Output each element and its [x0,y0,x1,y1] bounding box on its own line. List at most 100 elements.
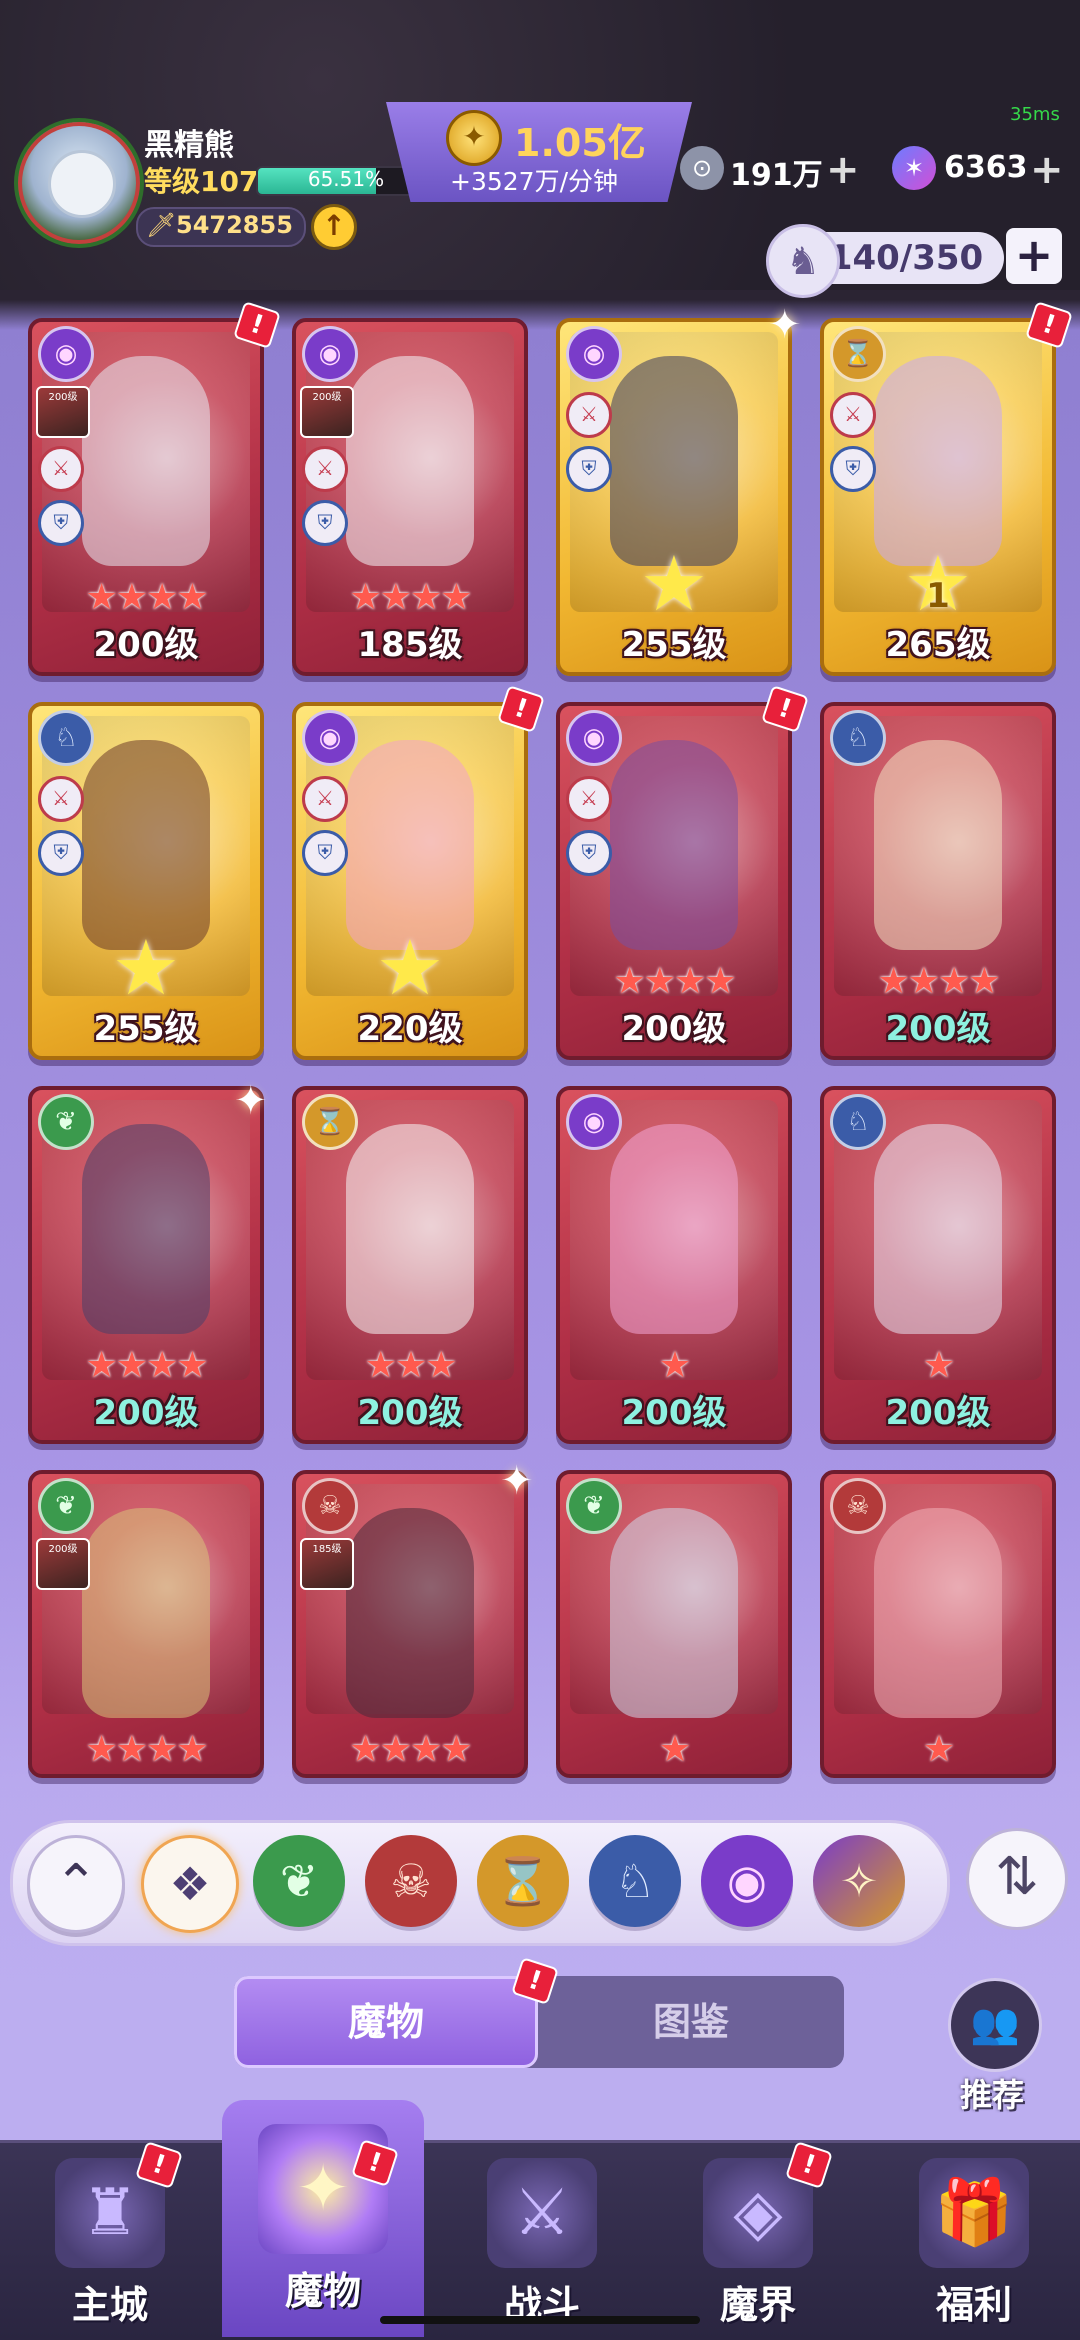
star-rating: ★ [658,1729,691,1770]
monster-level: 255级 [93,1009,199,1049]
awaken-star-icon: ★ 1 [894,546,982,622]
monster-silhouette [610,356,738,566]
monster-silhouette [346,1124,474,1334]
monster-level: 200级 [357,1393,463,1433]
faction-icon: ☠ [302,1478,358,1534]
monster-card[interactable]: ♘ ★★★★ 200级 [820,702,1056,1060]
latency-indicator: 35ms [1010,104,1060,125]
expand-capacity-button[interactable]: + [1006,228,1062,284]
faction-icon: ☠ [830,1478,886,1534]
treasure-chest-icon: 🎁 [919,2158,1029,2268]
filter-all-icon[interactable]: ❖ [141,1835,239,1933]
defense-role-icon: ⛨ [38,500,84,546]
add-gems-button[interactable]: + [1030,150,1064,190]
monster-card[interactable]: ◉ ★ 200级 [556,1086,792,1444]
nav-welfare-label: 福利 [935,2283,1012,2327]
monster-level: 220级 [357,1009,463,1049]
player-name: 黑精熊 [144,128,234,163]
monster-level: 255级 [621,625,727,665]
monster-card[interactable]: ♘ ⚔ ⛨ ★ 255级 [28,702,264,1060]
equipped-item-thumbnail: 200级 [300,386,354,438]
add-silver-button[interactable]: + [826,150,860,190]
faction-icon: ❦ [38,1094,94,1150]
monster-card[interactable]: ☠ ★ [820,1470,1056,1778]
defense-role-icon: ⛨ [566,830,612,876]
monster-card[interactable]: ⌛ ⚔ ⛨ ★ 1 265级 [820,318,1056,676]
gold-rate: +3527万/分钟 [450,167,618,196]
faction-icon: ♘ [38,710,94,766]
monster-silhouette [874,356,1002,566]
star-rating: ★★★★ [877,961,1000,1002]
collapse-icon[interactable]: ⌃ [27,1835,125,1933]
filter-eye-icon[interactable]: ◉ [701,1835,793,1927]
star-rating: ★ [922,1345,955,1386]
monster-silhouette [610,1508,738,1718]
monster-card[interactable]: ♘ ★ 200级 [820,1086,1056,1444]
monster-silhouette [874,1508,1002,1718]
monster-silhouette [610,740,738,950]
monster-storage-icon: ♞ [766,224,840,298]
attack-role-icon: ⚔ [566,392,612,438]
filter-dragon-icon[interactable]: ♘ [589,1835,681,1927]
monster-card[interactable]: ◉ ⚔ ⛨ ★★★★ 200级 [556,702,792,1060]
attack-role-icon: ⚔ [566,776,612,822]
monster-silhouette [82,1508,210,1718]
filter-nature-icon[interactable]: ❦ [253,1835,345,1927]
monster-card[interactable]: ◉ ⚔ ⛨ ★ 255级 [556,318,792,676]
filter-hourglass-icon[interactable]: ⌛ [477,1835,569,1927]
silver-amount: 191万 [730,158,823,193]
gold-coin-icon: ✦ [446,110,502,166]
faction-icon: ♘ [830,1094,886,1150]
defense-role-icon: ⛨ [830,446,876,492]
filter-demon-icon[interactable]: ☠ [365,1835,457,1927]
equipped-item-thumbnail: 200级 [36,386,90,438]
nav-welfare[interactable]: 🎁 福利 [884,2150,1064,2337]
monster-card[interactable]: ❦ ★★★★ 200级 [28,1086,264,1444]
star-rating: ★★★★ [85,577,208,618]
monster-card[interactable]: ◉ ⚔ ⛨ 200级 ★★★★ 200级 [28,318,264,676]
equipped-item-thumbnail: 185级 [300,1538,354,1590]
sparkle-effect: ✦ [768,302,802,348]
monster-card[interactable]: ◉ ⚔ ⛨ 200级 ★★★★ 185级 [292,318,528,676]
tab-codex[interactable]: 图鉴 [538,1976,844,2068]
monster-card[interactable]: ❦ 200级 ★★★★ [28,1470,264,1778]
nav-city-label: 主城 [71,2283,148,2327]
defense-role-icon: ⛨ [566,446,612,492]
monster-level: 265级 [885,625,991,665]
gem-icon: ✶ [892,146,936,190]
monster-card[interactable]: ◉ ⚔ ⛨ ★ 220级 [292,702,528,1060]
monster-card[interactable]: ❦ ★ [556,1470,792,1778]
monster-silhouette [82,740,210,950]
attack-role-icon: ⚔ [302,776,348,822]
faction-icon: ◉ [38,326,94,382]
attack-role-icon: ⚔ [302,446,348,492]
faction-icon: ◉ [302,326,358,382]
tab-monsters[interactable]: 魔物 [234,1976,538,2068]
awaken-star-icon: ★ [111,923,181,1012]
star-rating: ★★★★ [349,577,472,618]
faction-icon: ❦ [38,1478,94,1534]
nav-battle[interactable]: ⚔ 战斗 [452,2150,632,2337]
star-rating: ★ [658,1345,691,1386]
star-rating: ★★★ [364,1345,458,1386]
faction-icon: ◉ [302,710,358,766]
defense-role-icon: ⛨ [302,830,348,876]
defense-role-icon: ⛨ [302,500,348,546]
nav-monsters[interactable]: ✦ 魔物 [222,2100,424,2337]
monster-card[interactable]: ⌛ ★★★ 200级 [292,1086,528,1444]
sort-icon[interactable]: ⇅ [966,1828,1068,1930]
monster-level: 200级 [621,1393,727,1433]
player-avatar[interactable] [14,118,144,248]
power-up-button[interactable]: ↑ [311,204,357,250]
sword-icon: 🗡 [146,211,177,239]
recommend-icon[interactable]: 👥 [948,1978,1042,2072]
filter-chaos-icon[interactable]: ✧ [813,1835,905,1927]
silver-coin-icon: ⊙ [680,146,724,190]
star-rating: ★★★★ [85,1345,208,1386]
recommend-label[interactable]: 推荐 [940,2070,1044,2116]
monster-card[interactable]: ☠ 185级 ★★★★ [292,1470,528,1778]
equipped-item-thumbnail: 200级 [36,1538,90,1590]
monster-level: 200级 [93,1393,199,1433]
gold-amount: 1.05亿 [514,121,646,165]
gem-amount: 6363 [944,150,1028,185]
